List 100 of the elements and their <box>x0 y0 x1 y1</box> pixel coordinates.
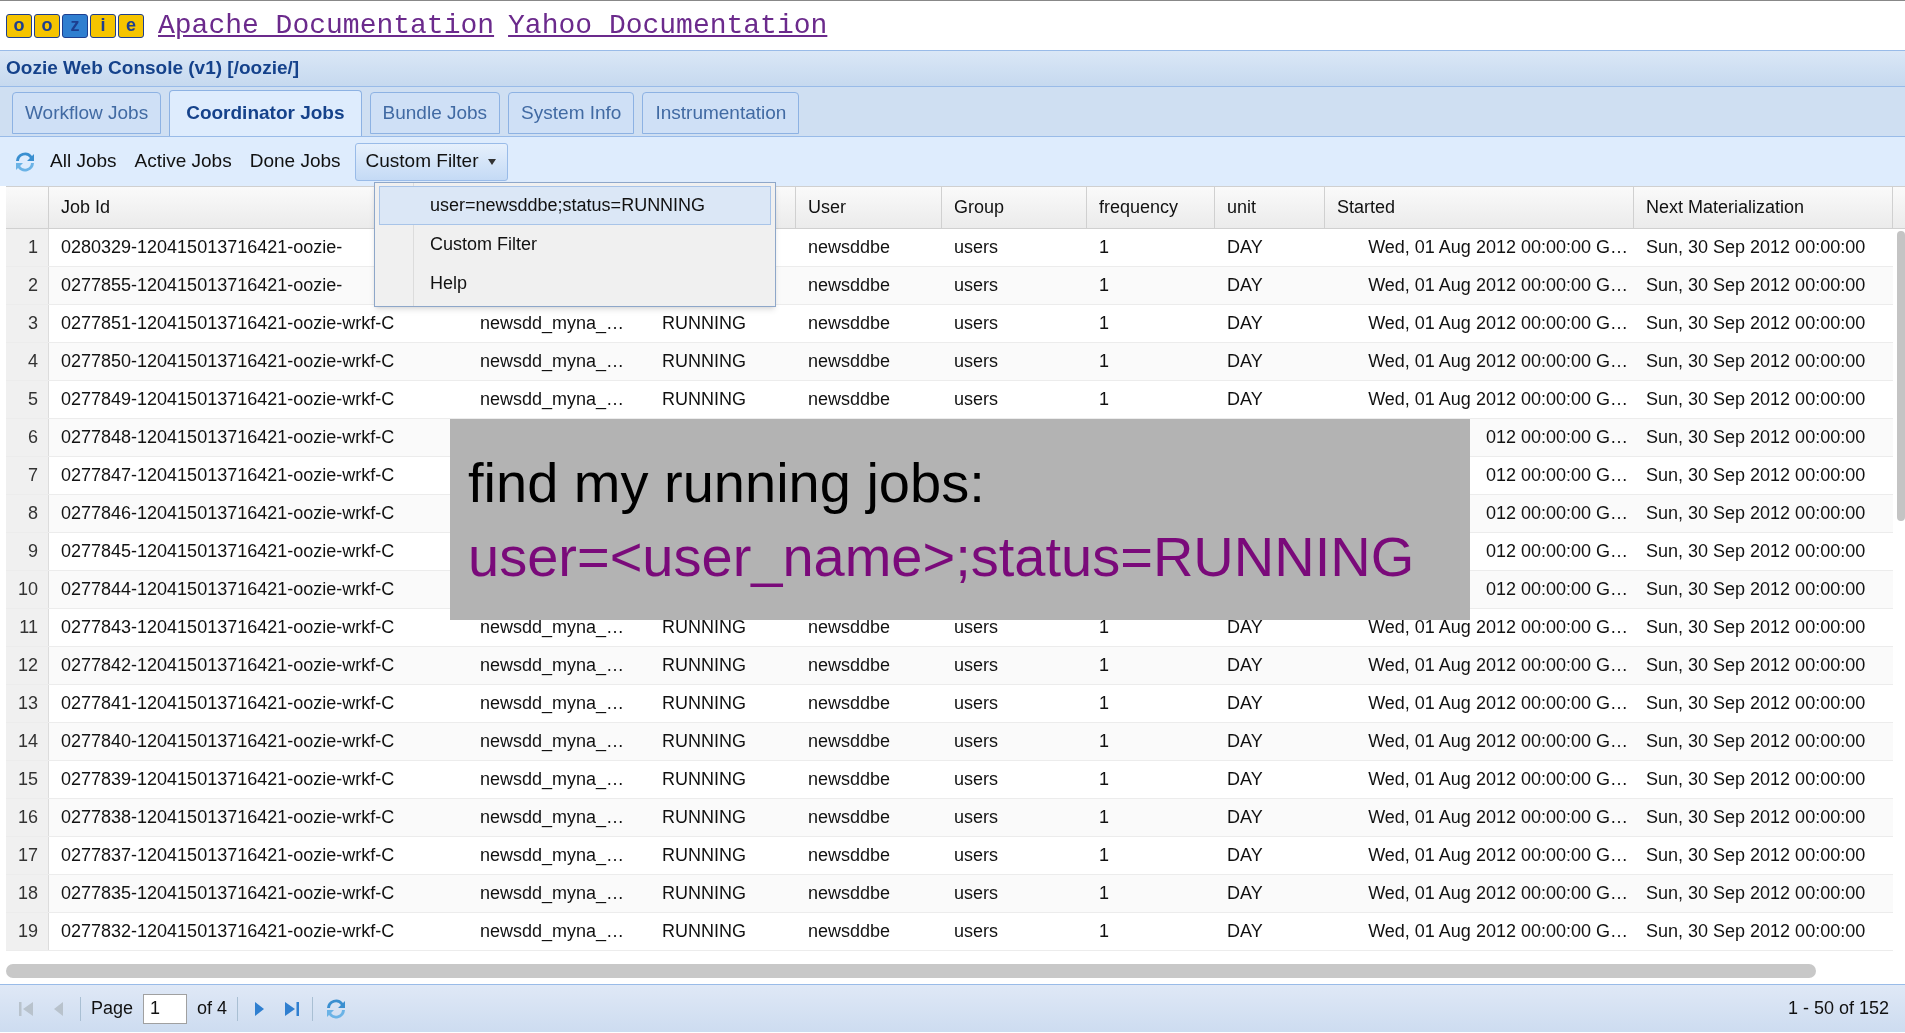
table-cell-text: 012 00:00:00 G… <box>1485 426 1628 449</box>
table-cell-text: newsddbe <box>808 730 891 753</box>
row-number: 8 <box>28 502 38 525</box>
table-cell-text: DAY <box>1227 312 1263 335</box>
table-cell-text: Wed, 01 Aug 2012 00:00:00 G… <box>1368 806 1628 829</box>
table-cell-text: RUNNING <box>662 920 746 943</box>
table-cell-text: newsdd_myna_… <box>480 730 625 754</box>
table-cell-text: users <box>954 388 998 411</box>
table-cell-text: 0277832-120415013716421-oozie-wrkf-C <box>61 920 395 943</box>
table-cell-text: newsdd_myna_… <box>480 806 625 830</box>
tab[interactable]: Coordinator Jobs <box>169 90 362 136</box>
table-cell-text: 1 <box>1099 882 1109 905</box>
table-cell-text: Sun, 30 Sep 2012 00:00:00 <box>1646 806 1866 829</box>
table-cell-text: 0277851-120415013716421-oozie-wrkf-C <box>61 312 395 335</box>
column-header[interactable]: User <box>808 194 846 221</box>
table-cell-text: 012 00:00:00 G… <box>1485 540 1628 563</box>
table-cell-text: newsdd_myna_… <box>480 768 625 792</box>
table-cell-text: users <box>954 806 998 829</box>
column-header[interactable]: Next Materialization <box>1646 194 1805 221</box>
menu-item[interactable]: Custom Filter <box>379 225 771 264</box>
vertical-scrollbar[interactable] <box>1897 231 1905 521</box>
table-cell-text: RUNNING <box>662 730 746 753</box>
column-header[interactable]: frequency <box>1099 194 1179 221</box>
table-cell-text: Sun, 30 Sep 2012 00:00:00 <box>1646 388 1866 411</box>
table-cell-text: 012 00:00:00 G… <box>1485 578 1628 601</box>
table-cell-text: 1 <box>1099 654 1109 677</box>
table-cell-text: Sun, 30 Sep 2012 00:00:00 <box>1646 920 1866 943</box>
table-cell-text: newsdd_myna_… <box>480 350 625 374</box>
table-cell-text: 1 <box>1099 274 1109 297</box>
table-cell-text: Wed, 01 Aug 2012 00:00:00 G… <box>1368 350 1628 373</box>
tab[interactable]: System Info <box>508 92 635 134</box>
table-cell-text: RUNNING <box>662 350 746 373</box>
table-cell-text: newsdd_myna_… <box>480 312 625 336</box>
column-header[interactable]: Group <box>954 194 1005 221</box>
table-cell-text: RUNNING <box>662 692 746 715</box>
table-cell-text: newsddbe <box>808 312 891 335</box>
row-number: 10 <box>17 578 38 601</box>
tab[interactable]: Instrumentation <box>642 92 800 134</box>
filter-button[interactable]: All Jobs <box>44 142 123 181</box>
table-cell-text: users <box>954 730 998 753</box>
table-cell-text: 1 <box>1099 350 1109 373</box>
documentation-link[interactable]: Yahoo Documentation <box>508 4 828 47</box>
table-cell-text: newsddbe <box>808 616 891 639</box>
tab[interactable]: Workflow Jobs <box>12 92 162 134</box>
table-cell-text: newsdd_myna_… <box>480 692 625 716</box>
table-cell-text: DAY <box>1227 882 1263 905</box>
table-cell-text: DAY <box>1227 768 1263 791</box>
table-cell-text: DAY <box>1227 844 1263 867</box>
column-header[interactable]: Started <box>1337 194 1396 221</box>
table-cell-text: RUNNING <box>662 312 746 335</box>
row-number: 7 <box>28 464 38 487</box>
page-count: of 4 <box>197 997 228 1020</box>
table-cell-text: Sun, 30 Sep 2012 00:00:00 <box>1646 616 1866 639</box>
table-cell-text: newsdd_myna_… <box>480 654 625 678</box>
table-cell-text: 0277841-120415013716421-oozie-wrkf-C <box>61 692 395 715</box>
table-cell-text: Wed, 01 Aug 2012 00:00:00 G… <box>1368 882 1628 905</box>
table-cell-text: Wed, 01 Aug 2012 00:00:00 G… <box>1368 274 1628 297</box>
table-cell-text: 1 <box>1099 616 1109 639</box>
table-cell-text: Sun, 30 Sep 2012 00:00:00 <box>1646 654 1866 677</box>
table-cell-text: 1 <box>1099 236 1109 259</box>
table-cell-text: 0277838-120415013716421-oozie-wrkf-C <box>61 806 395 829</box>
table-cell-text: 0277845-120415013716421-oozie-wrkf-C <box>61 540 395 563</box>
table-cell-text: users <box>954 692 998 715</box>
table-cell-text: newsddbe <box>808 236 891 259</box>
table-cell-text: 0277844-120415013716421-oozie-wrkf-C <box>61 578 395 601</box>
table-cell-text: users <box>954 654 998 677</box>
column-header[interactable]: Job Id <box>61 194 111 221</box>
table-cell-text: Sun, 30 Sep 2012 00:00:00 <box>1646 882 1866 905</box>
table-cell-text: Sun, 30 Sep 2012 00:00:00 <box>1646 274 1866 297</box>
tab[interactable]: Bundle Jobs <box>369 92 501 134</box>
documentation-link[interactable]: Apache Documentation <box>158 4 495 47</box>
table-cell-text: users <box>954 312 998 335</box>
row-number: 18 <box>17 882 38 905</box>
horizontal-scrollbar[interactable] <box>6 964 1816 978</box>
custom-filter-button[interactable]: Custom Filter <box>354 142 508 181</box>
menu-item[interactable]: user=newsddbe;status=RUNNING <box>379 186 771 225</box>
table-cell-text: Wed, 01 Aug 2012 00:00:00 G… <box>1368 692 1628 715</box>
table-cell-text: DAY <box>1227 920 1263 943</box>
table-cell-text: 1 <box>1099 844 1109 867</box>
table-cell-text: newsddbe <box>808 274 891 297</box>
row-number: 17 <box>17 844 38 867</box>
table-cell-text: newsddbe <box>808 882 891 905</box>
table-cell-text: 1 <box>1099 806 1109 829</box>
menu-item[interactable]: Help <box>379 264 771 303</box>
table-cell-text: newsdd_myna_… <box>480 388 625 412</box>
row-number: 11 <box>19 616 38 639</box>
table-cell-text: Sun, 30 Sep 2012 00:00:00 <box>1646 768 1866 791</box>
table-cell-text: newsdd_myna_… <box>480 882 625 906</box>
table-cell-text: newsddbe <box>808 350 891 373</box>
filter-button[interactable]: Done Jobs <box>243 142 347 181</box>
table-cell-text: Sun, 30 Sep 2012 00:00:00 <box>1646 692 1866 715</box>
table-cell-text: RUNNING <box>662 654 746 677</box>
column-header[interactable]: unit <box>1227 194 1257 221</box>
table-cell-text: newsddbe <box>808 388 891 411</box>
filter-button[interactable]: Active Jobs <box>128 142 238 181</box>
table-cell-text: users <box>954 920 998 943</box>
page-input[interactable]: 1 <box>143 993 188 1024</box>
table-cell-text: Wed, 01 Aug 2012 00:00:00 G… <box>1368 768 1628 791</box>
table-cell-text: newsddbe <box>808 692 891 715</box>
table-cell-text: newsddbe <box>808 920 891 943</box>
